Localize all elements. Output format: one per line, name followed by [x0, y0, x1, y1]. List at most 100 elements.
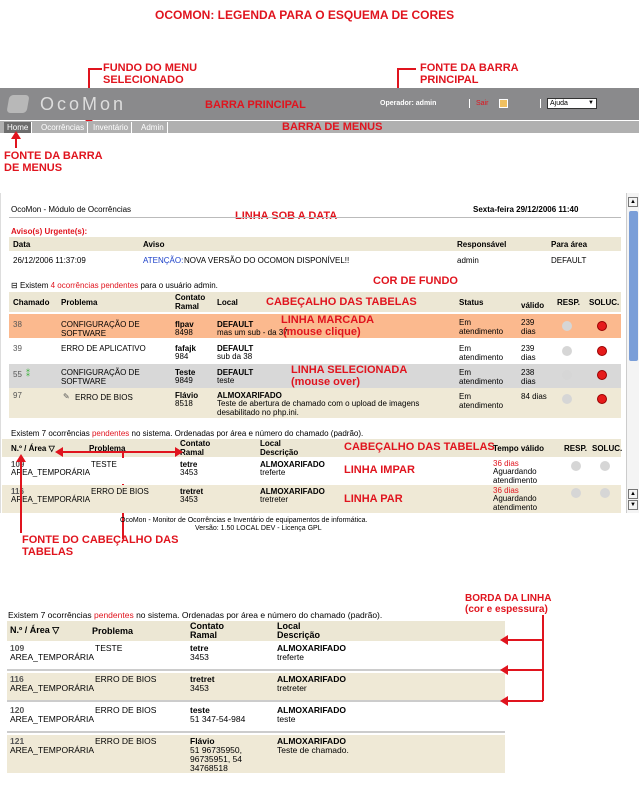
attachment-icon: ⁑: [26, 369, 30, 378]
bottom-table-row[interactable]: 121 AREA_TEMPORÁRIA ERRO DE BIOS Flávio …: [7, 735, 505, 773]
col-local: Local: [217, 298, 238, 307]
linha-sob-data-label: LINHA SOB A DATA: [235, 210, 338, 222]
arrow-head: [175, 447, 183, 457]
logout-icon[interactable]: [499, 99, 508, 108]
bottom-word[interactable]: pendentes: [94, 610, 134, 620]
footer-line1: OcoMon - Monitor de Ocorrências e Invent…: [120, 517, 368, 524]
row-area: AREA_TEMPORÁRIA: [10, 714, 95, 724]
col-problema: Problema: [92, 626, 134, 636]
col-resp: RESP.: [557, 298, 580, 307]
pendentes-count[interactable]: 4 ocorrências pendentes: [51, 281, 139, 290]
linha-impar-label: LINHA IMPAR: [344, 464, 415, 476]
col-tempo: Tempo válido: [493, 444, 544, 453]
row-id: 38: [13, 320, 22, 329]
scroll-up-icon[interactable]: ▲: [628, 489, 638, 499]
row-ramal: 9849: [175, 376, 193, 385]
cabecalho-label-2: CABEÇALHO DAS TABELAS: [344, 441, 495, 453]
chevron-down-icon: ▼: [588, 100, 594, 106]
annotation-fonte-cabecalho: FONTE DO CABEÇALHO DAS TABELAS: [22, 534, 179, 558]
scroll-down-icon[interactable]: ▼: [628, 500, 638, 510]
row-ramal: 51 347-54-984: [190, 714, 246, 724]
row-id: 39: [13, 344, 22, 353]
pendentes-sis-post: no sistema. Ordenadas por área e número …: [131, 429, 364, 438]
scrollbar[interactable]: ▲ ▲ ▼: [626, 193, 639, 513]
row-problema: CONFIGURAÇÃO DE SOFTWARE: [61, 368, 140, 386]
help-select[interactable]: Ajuda ▼: [547, 98, 597, 109]
menu-inventario[interactable]: Inventário: [90, 122, 133, 133]
aviso-row[interactable]: 26/12/2006 11:37:09 ATENÇÃO: NOVA VERSÃO…: [9, 253, 621, 267]
table-row[interactable]: 39 ERRO DE APLICATIVO fafajk 984 DEFAULT…: [9, 340, 621, 364]
row-area: AREA_TEMPORÁRIA: [10, 745, 95, 755]
row-desc: teste: [217, 376, 235, 385]
barra-menus-label: BARRA DE MENUS: [282, 121, 383, 133]
scroll-up-icon[interactable]: ▲: [628, 197, 638, 207]
arrow-line: [508, 669, 543, 671]
row-area: AREA_TEMPORÁRIA: [10, 652, 95, 662]
arrow-line: [508, 639, 543, 641]
row-tempo2: Aguardando atendimento: [493, 467, 538, 485]
pendentes-sistema-line: Existem 7 ocorrências pendentes no siste…: [11, 429, 363, 438]
table-header: N.º / Área ▽ Problema Contato Ramal Loca…: [2, 439, 622, 457]
module-title: OcoMon - Módulo de Ocorrências: [11, 205, 132, 214]
scroll-thumb[interactable]: [629, 211, 638, 361]
cor-fundo-label: COR DE FUNDO: [373, 275, 458, 287]
col-area[interactable]: N.º / Área ▽: [11, 444, 55, 453]
bottom-table-row[interactable]: 109 AREA_TEMPORÁRIA TESTE tetre 3453 ALM…: [7, 642, 505, 671]
row-ramal: 984: [175, 352, 189, 361]
menu-admin[interactable]: Admin: [138, 122, 168, 133]
logout-link[interactable]: Sair: [476, 100, 488, 107]
row-area: AREA_TEMPORÁRIA: [11, 495, 91, 504]
col-contato: Contato Ramal: [175, 293, 206, 311]
table-row-odd[interactable]: 109 AREA_TEMPORÁRIA TESTE tetre 3453 ALM…: [2, 458, 621, 485]
pendentes-sis-word[interactable]: pendentes: [92, 429, 129, 438]
row-ramal: 3453: [180, 468, 198, 477]
arrow-head: [16, 454, 26, 462]
col-chamado: Chamado: [13, 298, 50, 307]
aviso-resp: admin: [457, 256, 479, 265]
linha-selecionada-label: LINHA SELECIONADA: [291, 364, 408, 376]
row-problema: ERRO DE BIOS: [95, 705, 157, 715]
resp-status-icon: [562, 346, 572, 356]
footer-line2: Versão: 1.50 LOCAL DEV - Licença GPL: [195, 525, 322, 532]
col-resp: RESP.: [564, 444, 587, 453]
soluc-status-icon: [597, 394, 607, 404]
pendentes-post: para o usuário admin.: [140, 281, 218, 290]
col-data: Data: [13, 240, 31, 249]
col-responsavel: Responsável: [457, 240, 507, 249]
pendentes-user-line: ⊟ Existem 4 ocorrências pendentes para o…: [11, 281, 218, 290]
annotation-borda-linha: BORDA DA LINHA (cor e espessura): [465, 593, 552, 615]
barra-principal-label: BARRA PRINCIPAL: [205, 99, 306, 111]
col-soluc: SOLUC.: [589, 298, 620, 307]
menu-bar: Home Ocorrências Inventário Admin BARRA …: [0, 121, 639, 133]
arrow-head: [500, 696, 508, 706]
col-contato: Contato Ramal: [190, 621, 224, 640]
col-problema: Problema: [61, 298, 98, 307]
menu-ocorrencias[interactable]: Ocorrências: [38, 122, 89, 133]
table-row[interactable]: 97 ✎ ERRO DE BIOS Flávio 8518 ALMOXARIFA…: [9, 388, 621, 418]
col-area[interactable]: N.º / Área ▽: [10, 626, 59, 635]
row-desc: tretreter: [277, 683, 307, 693]
avisos-title: Aviso(s) Urgente(s):: [11, 227, 88, 236]
arrow-line: [508, 700, 543, 702]
table-row-marked[interactable]: 38 CONFIGURAÇÃO DE SOFTWARE flpav 8498 D…: [9, 314, 621, 338]
row-area: AREA_TEMPORÁRIA: [11, 468, 91, 477]
bottom-table-row[interactable]: 120 AREA_TEMPORÁRIA ERRO DE BIOS teste 5…: [7, 704, 505, 733]
arrow-line: [542, 615, 544, 701]
main-bar: OcoMon BARRA PRINCIPAL Operador: admin S…: [0, 88, 639, 120]
soluc-status-icon: [600, 461, 610, 471]
row-desc: treferte: [260, 468, 286, 477]
row-ramal: 3453: [180, 495, 198, 504]
row-ramal: 8518: [175, 399, 193, 408]
row-problema: TESTE: [91, 460, 117, 469]
collapse-icon[interactable]: ⊟: [11, 281, 18, 290]
col-status: Status: [459, 298, 484, 307]
resp-status-icon: [562, 394, 572, 404]
table-row-hover[interactable]: 55 ⁑ CONFIGURAÇÃO DE SOFTWARE Teste 9849…: [9, 364, 621, 388]
pendentes-sis-pre: Existem 7 ocorrências: [11, 429, 90, 438]
linha-marcada-sub: (mouse clique): [283, 326, 361, 338]
bottom-table-row[interactable]: 116 AREA_TEMPORÁRIA ERRO DE BIOS tretret…: [7, 673, 505, 702]
table-row-even[interactable]: 116 AREA_TEMPORÁRIA ERRO DE BIOS tretret…: [2, 485, 621, 513]
arrow-line: [88, 68, 100, 70]
help-select-value: Ajuda: [550, 100, 568, 107]
row-ramal: 51 96735950, 96735951, 54 34768518: [190, 745, 242, 773]
